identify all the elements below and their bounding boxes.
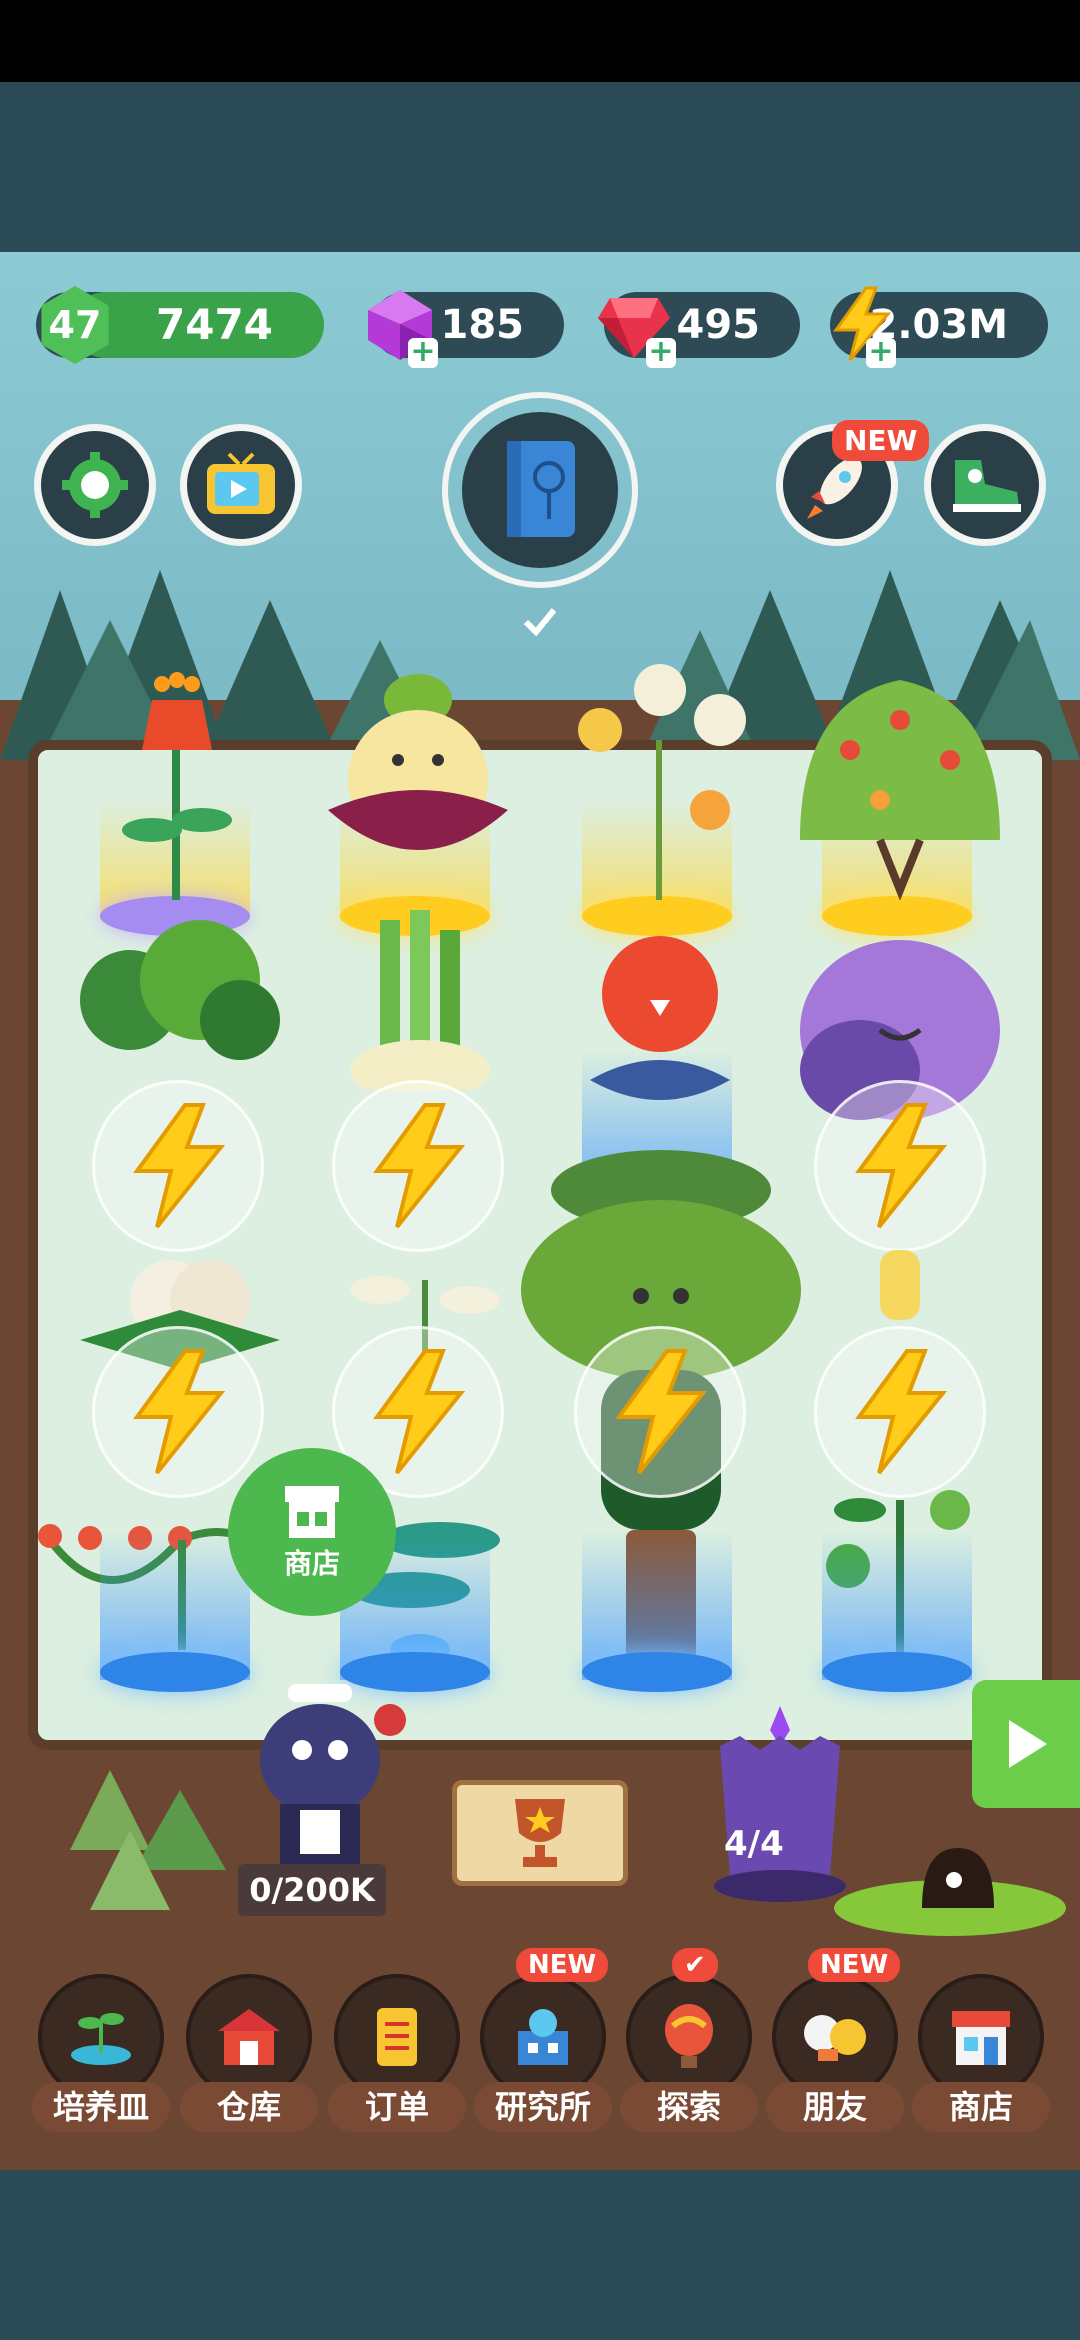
- book-icon: [507, 441, 575, 537]
- plant-encyclopedia-button[interactable]: [442, 392, 638, 588]
- video-ad-button[interactable]: [180, 424, 302, 546]
- energy-bolt-icon: [855, 1103, 948, 1229]
- add-energy-icon[interactable]: +: [866, 337, 896, 368]
- energy-orb[interactable]: [332, 1080, 504, 1252]
- energy-bolt-icon: [615, 1349, 708, 1475]
- balloon-icon: [665, 2004, 713, 2068]
- nav-explore-check-badge: ✔: [672, 1948, 718, 1982]
- gear-icon: [62, 452, 128, 518]
- level-number: 47: [48, 303, 102, 347]
- energy-bolt-icon: [133, 1103, 226, 1229]
- nav-friends-label: 朋友: [766, 2082, 904, 2132]
- tv-icon: [207, 452, 275, 514]
- leek-plant[interactable]: [320, 910, 520, 1090]
- add-red-gem-icon[interactable]: +: [646, 337, 676, 368]
- barn-icon: [218, 2009, 280, 2065]
- rocket-new-badge: NEW: [832, 420, 930, 461]
- pine-trees-decoration: [70, 1770, 226, 1910]
- encyclopedia-inner: [462, 412, 618, 568]
- nav-friends[interactable]: 朋友 NEW: [766, 1948, 904, 2132]
- game-screen: 7474 47 185 + 495 + 2.03M + NEW 商店 0/200…: [0, 0, 1080, 2340]
- turnip-plant[interactable]: [318, 660, 518, 910]
- red-flower-plant[interactable]: [112, 670, 242, 900]
- nav-store-label: 商店: [912, 2082, 1050, 2132]
- shop-icon: [285, 1486, 339, 1538]
- crystal-counter: 4/4: [724, 1824, 784, 1864]
- energy-bolt-icon: [855, 1349, 948, 1475]
- play-arrow-icon: [1009, 1720, 1047, 1768]
- floating-shop-label: 商店: [283, 1547, 340, 1580]
- nav-explore-label: 探索: [620, 2082, 758, 2132]
- nav-warehouse-label: 仓库: [180, 2082, 318, 2132]
- nav-orders-label: 订单: [328, 2082, 466, 2132]
- nav-research[interactable]: 研究所 NEW: [474, 1948, 612, 2132]
- nav-research-new-badge: NEW: [516, 1948, 609, 1982]
- status-bar: [0, 0, 1080, 82]
- nav-petri-dish-label: 培养皿: [32, 2082, 170, 2132]
- nav-orders[interactable]: 订单: [328, 1974, 466, 2132]
- energy-orb[interactable]: [92, 1080, 264, 1252]
- top-background: [0, 82, 1080, 252]
- energy-bolt-icon: [373, 1349, 466, 1475]
- plant-pot[interactable]: [100, 1652, 250, 1692]
- berry-bush-plant[interactable]: [790, 660, 1010, 900]
- plant-pot[interactable]: [822, 1652, 972, 1692]
- nav-research-label: 研究所: [474, 2082, 612, 2132]
- energy-orb[interactable]: [92, 1326, 264, 1498]
- nav-explore[interactable]: 探索 ✔: [620, 1948, 758, 2132]
- shoe-button[interactable]: [924, 424, 1046, 546]
- red-gem-count: 495: [676, 302, 761, 348]
- floating-shop-button[interactable]: 商店: [228, 1448, 396, 1616]
- energy-orb[interactable]: [574, 1326, 746, 1498]
- plant-pot[interactable]: [582, 1652, 732, 1692]
- lab-icon: [518, 2009, 568, 2065]
- energy-orb[interactable]: [814, 1080, 986, 1252]
- energy-bolt-icon: [133, 1349, 226, 1475]
- bottom-background: [0, 2170, 1080, 2340]
- settings-button[interactable]: [34, 424, 156, 546]
- nav-warehouse[interactable]: 仓库: [180, 1974, 318, 2132]
- delivery-counter: 0/200K: [238, 1864, 386, 1916]
- purple-gem-count: 185: [440, 302, 525, 348]
- red-bird-flower-plant[interactable]: [580, 930, 740, 1130]
- trophy-icon: [515, 1799, 565, 1867]
- add-purple-gem-icon[interactable]: +: [408, 337, 438, 368]
- sneaker-icon: [953, 460, 1021, 512]
- corn-sprout-plant[interactable]: [850, 1240, 950, 1330]
- nav-friends-new-badge: NEW: [808, 1948, 901, 1982]
- monster-maid-character[interactable]: [250, 1680, 420, 1870]
- side-play-button[interactable]: [972, 1680, 1080, 1808]
- nav-petri-dish[interactable]: 培养皿: [32, 1974, 170, 2132]
- trophy-sign-button[interactable]: [452, 1780, 628, 1886]
- friends-icon: [804, 2015, 866, 2061]
- mole-character[interactable]: [830, 1828, 1070, 1938]
- broccoli-plant[interactable]: [70, 910, 290, 1090]
- nav-store[interactable]: 商店: [912, 1974, 1050, 2132]
- scroll-icon: [377, 2008, 417, 2066]
- dandelion-plant[interactable]: [560, 650, 760, 900]
- store-icon: [952, 2011, 1010, 2065]
- sprout-icon: [71, 2013, 131, 2065]
- level-points-value: 7474: [156, 300, 273, 349]
- energy-bolt-icon: [373, 1103, 466, 1229]
